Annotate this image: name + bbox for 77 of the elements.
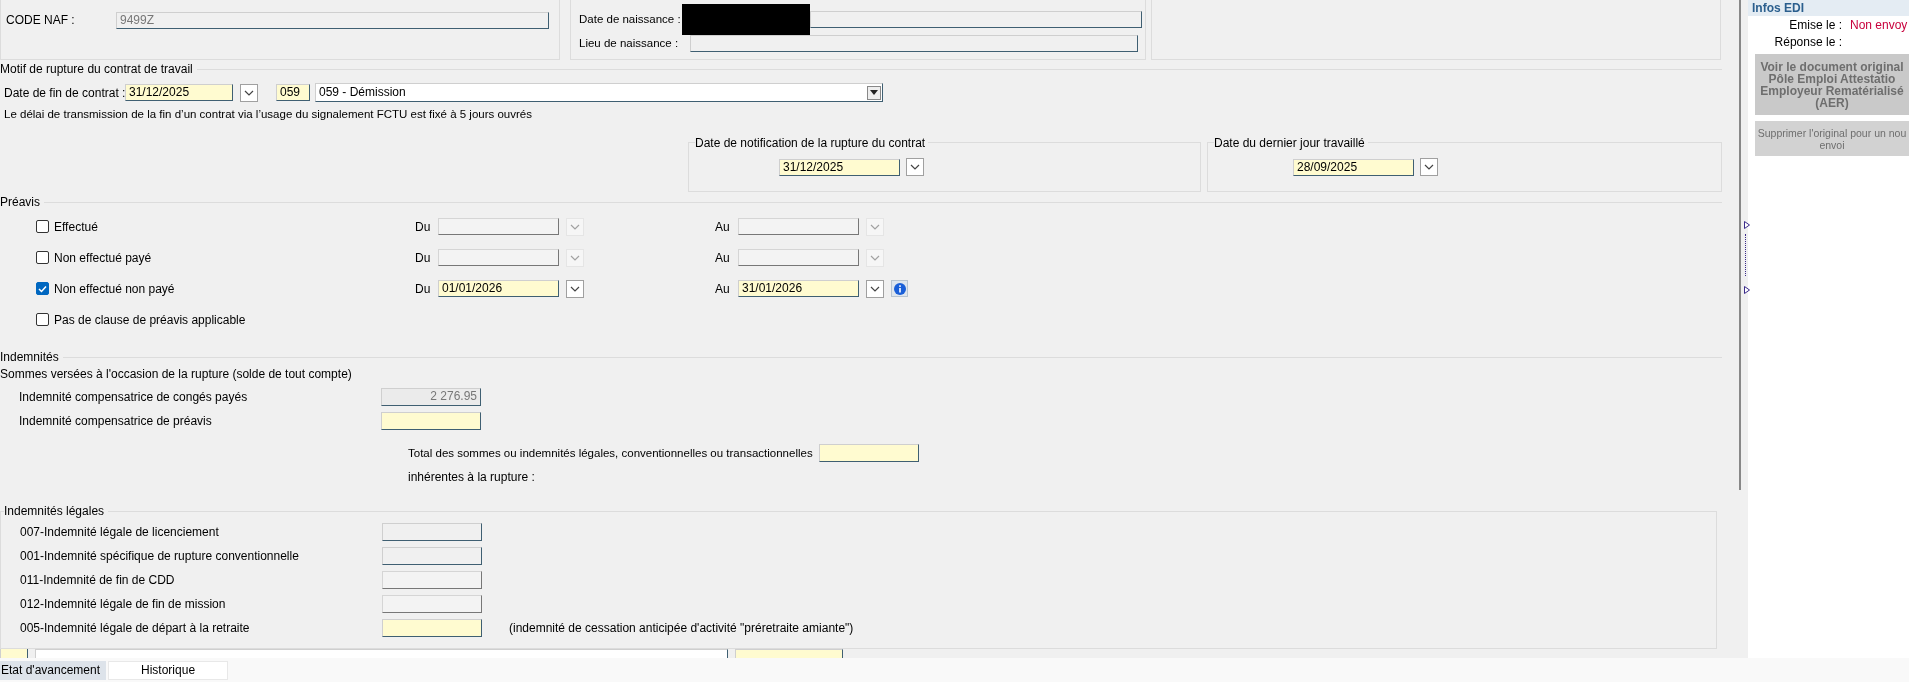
amount-field[interactable]: 2 276.95 — [381, 388, 481, 406]
status-text: Non envoy — [1850, 17, 1908, 32]
chevron-icon — [910, 164, 920, 170]
field-label: Au — [715, 219, 731, 234]
field-label: Au — [715, 281, 731, 296]
checkbox[interactable] — [36, 282, 49, 295]
triangle-icon[interactable] — [1744, 218, 1750, 226]
amount-field[interactable] — [381, 412, 481, 430]
delete-original-button[interactable]: Supprimer l'original pour un nou envoi — [1755, 121, 1909, 156]
field-label: 012-Indemnité légale de fin de mission — [20, 597, 227, 611]
birth-date-field[interactable] — [810, 10, 1142, 28]
checkbox[interactable] — [36, 313, 49, 326]
field-label: Au — [715, 250, 731, 265]
amount-field[interactable] — [382, 571, 482, 589]
field-label: 001-Indemnité spécifique de rupture conventionnelle — [20, 549, 300, 563]
total-field[interactable] — [818, 444, 919, 462]
chevron-icon — [570, 285, 580, 292]
field-label: 011-Indemnité de fin de CDD — [20, 573, 176, 587]
field-note: (indemnité de cessation anticipée d'activité "préretraite amiante") — [509, 621, 854, 635]
dropdown-button[interactable] — [1420, 158, 1438, 176]
notice-text: Le délai de transmission de la fin d’un contrat via l’usage du signalement FCTU est fixé à 5 jours ouvrés — [4, 108, 532, 120]
chevron-icon — [570, 254, 580, 261]
chevron-icon — [570, 223, 580, 230]
end-date-field[interactable]: 31/12/2025 — [125, 84, 233, 101]
subsection-title: Sommes versées à l'occasion de la rupture (solde de tout compte) — [0, 366, 352, 383]
dropdown-button[interactable] — [240, 83, 258, 102]
info-icon[interactable] — [891, 280, 908, 297]
field-label: Indemnité compensatrice de congés payés — [19, 390, 249, 404]
panel-header: Infos EDI — [1748, 0, 1909, 16]
checkbox-label[interactable]: Non effectué non payé — [54, 281, 415, 296]
field-label: Date de fin de contrat : — [4, 85, 125, 100]
amount-field[interactable] — [382, 595, 482, 613]
chevron-icon — [870, 254, 880, 261]
date-field[interactable]: 31/12/2025 — [779, 158, 900, 176]
amount-field[interactable] — [382, 547, 482, 565]
dropdown-button[interactable] — [566, 279, 584, 298]
date-field[interactable]: 28/09/2025 — [1293, 158, 1414, 176]
field-label: Du — [415, 281, 432, 296]
tab[interactable]: Historique — [108, 661, 229, 680]
field-label: Date de naissance : — [579, 13, 682, 25]
dropdown-button[interactable] — [866, 279, 884, 298]
chevron-icon — [244, 89, 254, 96]
code-field[interactable]: 059 — [276, 84, 310, 101]
checkbox-label[interactable]: Pas de clause de préavis applicable — [54, 312, 415, 327]
splitter-handle[interactable] — [1745, 234, 1747, 276]
section-title: Préavis — [0, 195, 44, 209]
scrollbar[interactable] — [1739, 0, 1741, 490]
select-value: 059 - Démission — [319, 85, 406, 100]
field-label: 007-Indemnité légale de licenciement — [20, 525, 220, 539]
section-title: Indemnités légales — [4, 504, 109, 518]
chevron-icon — [870, 285, 880, 292]
field-label: Du — [415, 250, 432, 265]
field-label: Du — [415, 219, 432, 234]
amount-field[interactable] — [382, 619, 482, 637]
reason-select[interactable]: 059 - Démission — [315, 83, 883, 102]
date-field[interactable]: 01/01/2026 — [438, 280, 559, 297]
triangle-icon[interactable] — [1744, 283, 1750, 291]
section-title: Indemnités — [0, 350, 63, 364]
field-label: Lieu de naissance : — [579, 37, 680, 49]
group-title: Date du dernier jour travaillé — [1214, 136, 1368, 150]
total-label: Total des sommes ou indemnités légales, conventionnelles ou transactionnelles — [408, 447, 813, 459]
field-label: 005-Indemnité légale de départ à la retraite — [20, 621, 251, 635]
field-label: Emise le : — [1788, 17, 1842, 32]
chevron-icon — [870, 223, 880, 230]
field-label: Réponse le : — [1773, 34, 1842, 49]
field-label: Indemnité compensatrice de préavis — [19, 414, 213, 428]
input-field[interactable] — [0, 649, 28, 658]
date-field[interactable]: 31/01/2026 — [738, 280, 859, 297]
dropdown-button[interactable] — [906, 158, 924, 176]
birth-place-field[interactable] — [690, 34, 1138, 52]
section-title: Motif de rupture du contrat de travail — [0, 62, 197, 76]
amount-field[interactable] — [382, 523, 482, 541]
chevron-icon — [1424, 164, 1434, 170]
total-label: inhérentes à la rupture : — [408, 470, 535, 484]
group-title: Date de notification de la rupture du contrat — [695, 136, 929, 150]
field-label: CODE NAF : — [6, 13, 76, 27]
tab[interactable]: Etat d'avancement — [0, 661, 107, 680]
